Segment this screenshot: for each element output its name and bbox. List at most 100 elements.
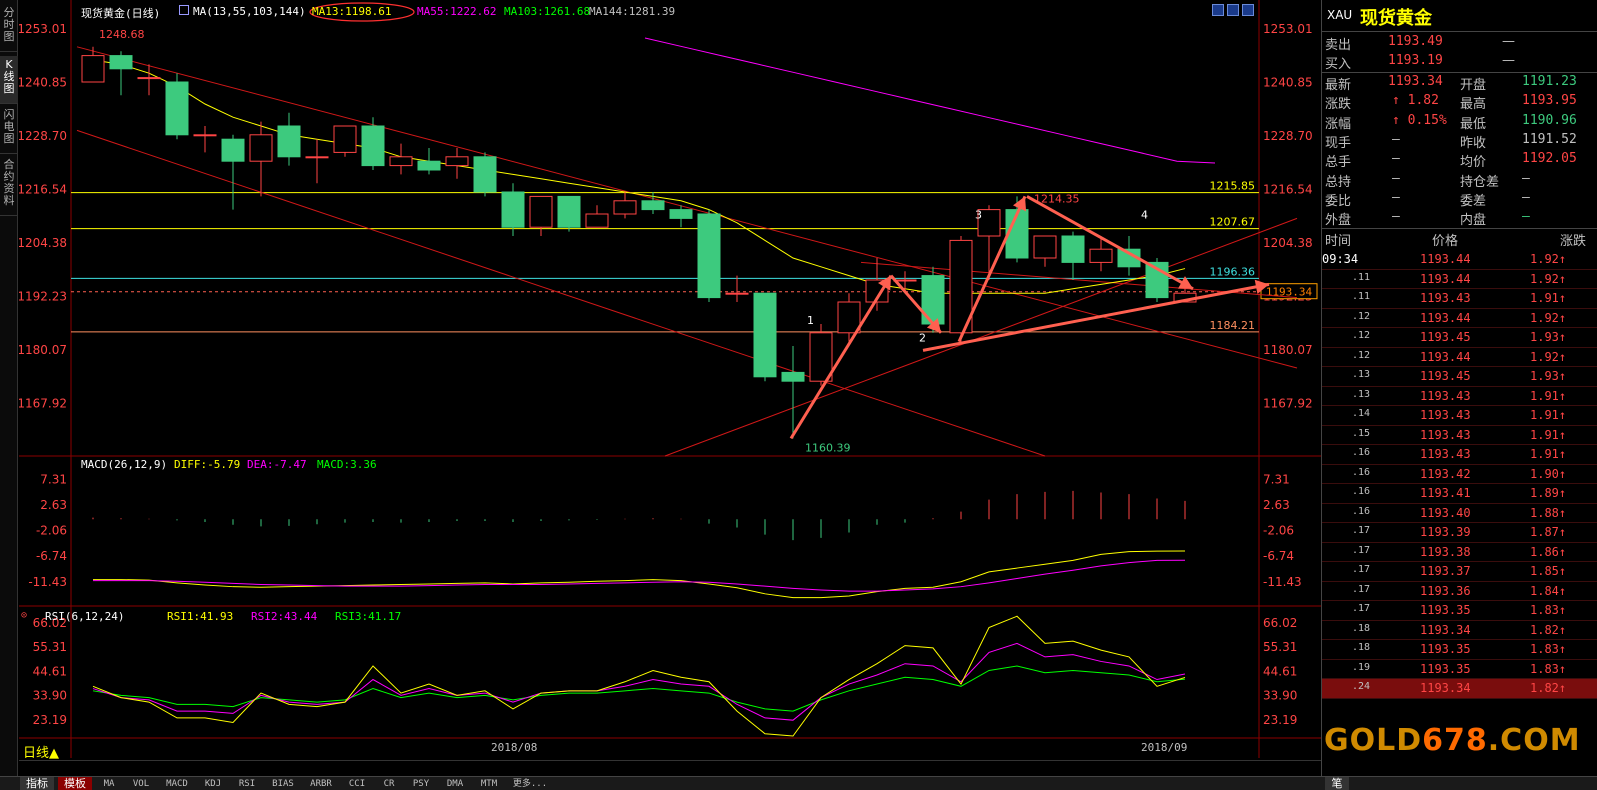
rsi-tick-left: 44.61 — [33, 664, 67, 678]
tick-row[interactable]: .12 1193.44 1.92↑ — [1322, 309, 1597, 328]
candle-body — [137, 77, 161, 80]
tick-row[interactable]: .17 1193.39 1.87↑ — [1322, 523, 1597, 543]
tick-row[interactable]: .17 1193.37 1.85↑ — [1322, 562, 1597, 582]
tab-dma[interactable]: DMA — [440, 777, 470, 790]
stat-label: 委差 — [1460, 193, 1487, 209]
tab-cci[interactable]: CCI — [342, 777, 372, 790]
tab-ma[interactable]: MA — [96, 777, 122, 790]
tick-row[interactable]: .17 1193.35 1.83↑ — [1322, 601, 1597, 621]
tab-rsi[interactable]: RSI — [232, 777, 262, 790]
tick-price: 1193.43 — [1420, 427, 1471, 442]
scroll-icon[interactable] — [1227, 4, 1239, 16]
tick-row[interactable]: .11 1193.43 1.91↑ — [1322, 289, 1597, 309]
tab-psy[interactable]: PSY — [406, 777, 436, 790]
tick-price: 1193.41 — [1420, 486, 1471, 500]
tab-mtm[interactable]: MTM — [474, 777, 504, 790]
tick-time: .18 — [1352, 642, 1371, 653]
tick-change: 1.91↑ — [1530, 388, 1567, 403]
tick-time: .13 — [1352, 369, 1371, 380]
tick-change: 1.88↑ — [1530, 505, 1567, 520]
tick-price: 1193.36 — [1420, 583, 1471, 598]
tick-time: .14 — [1352, 408, 1371, 419]
macd-diff: DIFF:-5.79 — [174, 458, 241, 471]
stat-label: 涨幅 — [1325, 116, 1352, 132]
tick-time: .17 — [1352, 583, 1371, 595]
tick-row[interactable]: .14 1193.43 1.91↑ — [1322, 406, 1597, 426]
date-label-aug: 2018/08 — [491, 741, 538, 754]
tick-row[interactable]: .17 1193.36 1.84↑ — [1322, 582, 1597, 601]
tab-macd[interactable]: MACD — [160, 777, 194, 790]
candle-body — [529, 195, 553, 228]
tick-price: 1193.42 — [1420, 466, 1471, 481]
tick-list[interactable]: 09:34 1193.44 1.92↑ .11 1193.44 1.92↑ .11 1193.… — [1322, 250, 1597, 699]
tick-row[interactable]: .16 1193.40 1.88↑ — [1322, 504, 1597, 523]
tab-bias[interactable]: BIAS — [266, 777, 300, 790]
tick-row[interactable]: 09:34 1193.44 1.92↑ — [1322, 250, 1597, 270]
tick-row[interactable]: .18 1193.34 1.82↑ — [1322, 621, 1597, 640]
settings-icon[interactable] — [1242, 4, 1254, 16]
kline-chart[interactable]: 1253.01 1253.01 1240.85 1240.85 1228.70 1228.… — [19, 0, 1321, 760]
tab-cr[interactable]: CR — [376, 777, 402, 790]
tick-row[interactable]: .12 1193.44 1.92↑ — [1322, 348, 1597, 367]
macd-tick-left: -11.43 — [28, 575, 67, 589]
candle-body — [389, 156, 413, 167]
side-tab-flash-chart[interactable]: 闪电图 — [0, 106, 18, 154]
period-button[interactable]: 日线▲ — [23, 742, 59, 761]
candle-body — [641, 200, 665, 211]
panel-settings-icon[interactable]: ⊙ — [21, 610, 27, 621]
tab-indicators[interactable]: 指标 — [20, 777, 54, 790]
tick-row[interactable]: .12 1193.45 1.93↑ — [1322, 328, 1597, 348]
stat-value: 1191.23 — [1522, 74, 1577, 89]
price-tick-right: 1180.07 — [1263, 343, 1313, 357]
stat-value: 1190.96 — [1522, 112, 1577, 128]
tick-row[interactable]: .13 1193.43 1.91↑ — [1322, 387, 1597, 406]
macd-tick-right: -6.74 — [1263, 549, 1294, 563]
tick-time: .16 — [1352, 466, 1371, 478]
tab-more[interactable]: 更多... — [508, 777, 552, 790]
side-tab-contract-info[interactable]: 合约资料 — [0, 156, 18, 216]
tick-row[interactable]: .15 1193.43 1.91↑ — [1322, 426, 1597, 445]
tab-ticks[interactable]: 笔 — [1325, 777, 1349, 790]
tick-time: .18 — [1352, 622, 1371, 634]
restore-icon[interactable] — [1212, 4, 1224, 16]
tick-row[interactable]: .16 1193.42 1.90↑ — [1322, 465, 1597, 484]
tick-change: 1.87↑ — [1530, 525, 1567, 539]
stat-label: 现手 — [1325, 135, 1352, 151]
tick-change: 1.92↑ — [1530, 271, 1567, 286]
tick-time: .13 — [1352, 388, 1371, 400]
candle-body — [837, 301, 861, 334]
rsi3-value: RSI3:41.17 — [335, 610, 402, 623]
indicator-tab-bar: 指标 模板 MA VOL MACD KDJ RSI BIAS ARBR CCI … — [0, 776, 1597, 790]
sell-price: 1193.49 — [1388, 34, 1443, 49]
tab-arbr[interactable]: ARBR — [304, 777, 338, 790]
tab-templates[interactable]: 模板 — [58, 777, 92, 790]
candle-body — [473, 156, 497, 193]
tab-kdj[interactable]: KDJ — [198, 777, 228, 790]
price-tick-left: 1180.07 — [19, 343, 67, 357]
price-tick-right: 1253.01 — [1263, 22, 1313, 36]
candle-body — [277, 125, 301, 158]
ma55-line — [644, 37, 1216, 164]
tick-change: 1.82↑ — [1530, 681, 1567, 695]
rsi1-value: RSI1:41.93 — [167, 610, 234, 623]
tick-row[interactable]: .19 1193.35 1.83↑ — [1322, 660, 1597, 679]
tick-row[interactable]: .11 1193.44 1.92↑ — [1322, 270, 1597, 289]
tab-vol[interactable]: VOL — [126, 777, 156, 790]
tick-row[interactable]: .16 1193.41 1.89↑ — [1322, 484, 1597, 504]
buy-price: 1193.19 — [1388, 53, 1443, 68]
tick-price: 1193.43 — [1420, 291, 1471, 305]
stat-label: 开盘 — [1460, 78, 1487, 93]
tick-row[interactable]: .24 1193.34 1.82↑ — [1322, 679, 1597, 699]
tick-row[interactable]: .16 1193.43 1.91↑ — [1322, 445, 1597, 465]
ma-settings-icon[interactable] — [179, 5, 189, 15]
side-tab-time-share[interactable]: 分时图 — [0, 4, 18, 52]
rsi-tick-right: 66.02 — [1263, 616, 1297, 630]
rsi3-line — [92, 665, 1186, 712]
side-tab-kline[interactable]: K线图 — [0, 56, 18, 104]
tick-row[interactable]: .17 1193.38 1.86↑ — [1322, 543, 1597, 562]
ma-label: MA(13,55,103,144) — [193, 5, 306, 18]
tick-row[interactable]: .13 1193.45 1.93↑ — [1322, 367, 1597, 387]
candle-body — [221, 138, 245, 162]
chart-area[interactable]: 1253.01 1253.01 1240.85 1240.85 1228.70 1228.… — [19, 0, 1321, 760]
tick-row[interactable]: .18 1193.35 1.83↑ — [1322, 640, 1597, 660]
